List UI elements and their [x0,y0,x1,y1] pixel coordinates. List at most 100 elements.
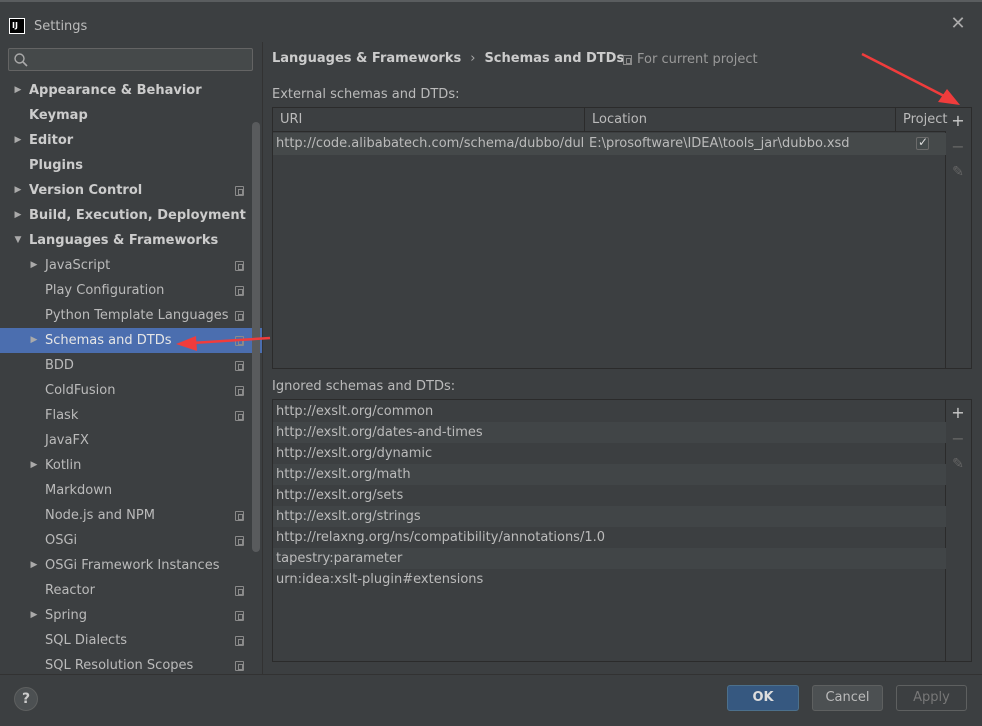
sidebar-item-osgi[interactable]: OSGi [0,528,262,553]
sidebar-scrollbar[interactable] [252,122,260,552]
sidebar-item-version-control[interactable]: ▶ Version Control [0,178,262,203]
sidebar-item-plugins[interactable]: Plugins [0,153,262,178]
sidebar-item-label: Schemas and DTDs [45,333,172,348]
sidebar-item-build-execution-deployment[interactable]: ▶ Build, Execution, Deployment [0,203,262,228]
sidebar-item-kotlin[interactable]: ▶ Kotlin [0,453,262,478]
add-button[interactable]: + [950,113,966,129]
sidebar-item-label: Kotlin [45,458,82,473]
search-box[interactable] [8,48,253,71]
sidebar-item-label: JavaFX [45,433,89,448]
column-header-location[interactable]: Location [585,108,896,132]
list-item[interactable]: http://exslt.org/dates-and-times [273,422,946,443]
list-item[interactable]: http://exslt.org/dynamic [273,443,946,464]
project-scope-icon [235,186,244,196]
collapsed-arrow-icon[interactable]: ▶ [12,203,24,228]
sidebar-item-label: Reactor [45,583,95,598]
sidebar-item-label: OSGi Framework Instances [45,558,220,573]
sidebar-item-label: OSGi [45,533,78,548]
project-scope-icon [235,636,244,646]
apply-button[interactable]: Apply [896,685,967,711]
column-header-project[interactable]: Project [896,108,947,132]
sidebar-item-label: Node.js and NPM [45,508,155,523]
sidebar-item-bdd[interactable]: BDD [0,353,262,378]
collapsed-arrow-icon[interactable]: ▶ [28,553,40,578]
settings-sidebar: ▶ Appearance & Behavior Keymap ▶ Editor Plugi… [0,42,262,674]
sidebar-item-javascript[interactable]: ▶ JavaScript [0,253,262,278]
sidebar-item-label: Keymap [29,108,88,123]
sidebar-item-sql-dialects[interactable]: SQL Dialects [0,628,262,653]
sidebar-item-label: ColdFusion [45,383,116,398]
collapsed-arrow-icon[interactable]: ▶ [28,253,40,278]
sidebar-item-javafx[interactable]: JavaFX [0,428,262,453]
cancel-button[interactable]: Cancel [812,685,883,711]
list-item[interactable]: http://exslt.org/math [273,464,946,485]
project-scope-icon [235,336,244,346]
sidebar-item-reactor[interactable]: Reactor [0,578,262,603]
sidebar-item-label: Python Template Languages [45,308,229,323]
column-header-uri[interactable]: URI [273,108,585,132]
row-project-checkbox[interactable] [916,135,929,150]
sidebar-item-spring[interactable]: ▶ Spring [0,603,262,628]
list-item[interactable]: http://exslt.org/common [273,401,946,422]
sidebar-item-label: Markdown [45,483,113,498]
row-location: E:\prosoftware\IDEA\tools_jar\dubbo.xsd [589,136,850,151]
sidebar-item-python-template-languages[interactable]: Python Template Languages [0,303,262,328]
collapsed-arrow-icon[interactable]: ▶ [28,603,40,628]
sidebar-item-label: Version Control [29,183,143,198]
project-scope-icon [623,54,632,65]
remove-ignored-button[interactable]: − [950,431,966,447]
list-item[interactable]: http://exslt.org/sets [273,485,946,506]
breadcrumb-parent[interactable]: Languages & Frameworks [272,51,461,66]
expanded-arrow-icon[interactable]: ▼ [12,228,24,253]
list-item[interactable]: http://relaxng.org/ns/compatibility/anno… [273,527,946,548]
sidebar-item-osgi-framework-instances[interactable]: ▶ OSGi Framework Instances [0,553,262,578]
remove-button[interactable]: − [950,139,966,155]
collapsed-arrow-icon[interactable]: ▶ [28,453,40,478]
sidebar-item-sql-resolution-scopes[interactable]: SQL Resolution Scopes [0,653,262,674]
edit-ignored-button[interactable]: ✎ [950,456,966,472]
sidebar-item-node-js-and-npm[interactable]: Node.js and NPM [0,503,262,528]
collapsed-arrow-icon[interactable]: ▶ [12,178,24,203]
sidebar-item-languages-frameworks[interactable]: ▼ Languages & Frameworks [0,228,262,253]
project-scope-icon [235,511,244,521]
project-scope-icon [235,536,244,546]
list-item[interactable]: urn:idea:xslt-plugin#extensions [273,569,946,590]
sidebar-item-label: Play Configuration [45,283,165,298]
search-input[interactable] [31,50,249,69]
sidebar-item-label: Languages & Frameworks [29,233,219,248]
sidebar-item-editor[interactable]: ▶ Editor [0,128,262,153]
external-toolbar: + − ✎ [945,108,971,368]
sidebar-item-flask[interactable]: Flask [0,403,262,428]
ignored-toolbar: + − ✎ [945,400,971,661]
sidebar-item-keymap[interactable]: Keymap [0,103,262,128]
list-item[interactable]: tapestry:parameter [273,548,946,569]
breadcrumb-separator: › [470,50,476,66]
project-scope-icon [235,286,244,296]
sidebar-item-label: Build, Execution, Deployment [29,208,246,223]
project-scope-icon [235,586,244,596]
project-scope-icon [235,611,244,621]
dialog-footer: ? OK Cancel Apply [0,674,982,726]
help-button[interactable]: ? [14,687,38,711]
close-icon[interactable]: ✕ [950,15,966,33]
add-ignored-button[interactable]: + [950,405,966,421]
sidebar-item-play-configuration[interactable]: Play Configuration [0,278,262,303]
collapsed-arrow-icon[interactable]: ▶ [28,328,40,353]
list-item[interactable]: http://exslt.org/strings [273,506,946,527]
sidebar-item-schemas-and-dtds[interactable]: ▶ Schemas and DTDs [0,328,262,353]
sidebar-item-appearance-behavior[interactable]: ▶ Appearance & Behavior [0,78,262,103]
collapsed-arrow-icon[interactable]: ▶ [12,128,24,153]
ignored-schemas-label: Ignored schemas and DTDs: [272,379,456,394]
external-schemas-table: URI Location Project http://code.alibaba… [272,107,972,369]
title-bar: IJ Settings ✕ [0,4,982,42]
project-scope-icon [235,386,244,396]
edit-button[interactable]: ✎ [950,164,966,180]
sidebar-item-coldfusion[interactable]: ColdFusion [0,378,262,403]
collapsed-arrow-icon[interactable]: ▶ [12,78,24,103]
external-table-body: URI Location Project http://code.alibaba… [273,108,947,368]
sidebar-item-markdown[interactable]: Markdown [0,478,262,503]
scope-indicator: For current project [623,52,758,67]
ok-button[interactable]: OK [727,685,799,711]
ignored-schemas-table: http://exslt.org/common http://exslt.org/… [272,399,972,662]
scope-label: For current project [637,52,758,67]
